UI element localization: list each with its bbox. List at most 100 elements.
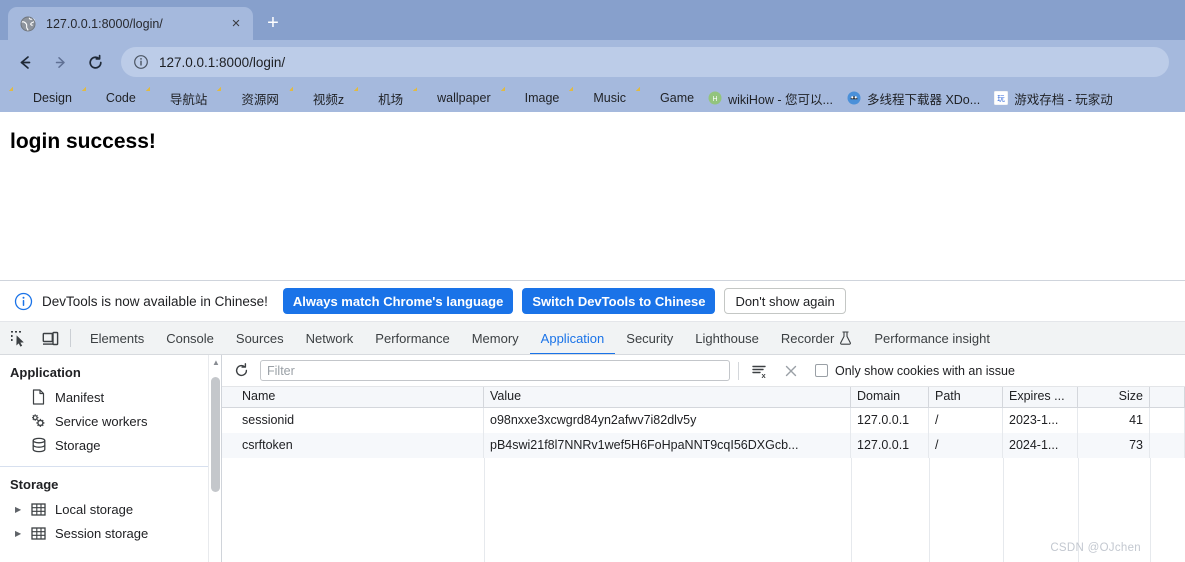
browser-tab[interactable]: 127.0.0.1:8000/login/ ×: [8, 7, 253, 40]
bookmark-item[interactable]: 机场: [351, 87, 410, 110]
sidebar-item-label: Manifest: [55, 389, 105, 405]
cell-name: csrftoken: [222, 433, 484, 458]
device-toolbar-icon[interactable]: [36, 324, 64, 352]
scrollbar-thumb[interactable]: [211, 377, 220, 492]
bookmark-item[interactable]: Game: [633, 89, 701, 107]
bookmark-item[interactable]: H wikiHow - 您可以...: [701, 87, 840, 110]
sidebar-item-manifest[interactable]: Manifest: [0, 385, 221, 409]
folder-icon: [150, 91, 164, 105]
svg-text:x: x: [762, 371, 767, 379]
forward-button[interactable]: [45, 47, 75, 77]
cell-domain: 127.0.0.1: [851, 408, 929, 433]
reload-button[interactable]: [80, 47, 110, 77]
tab-elements[interactable]: Elements: [79, 322, 155, 354]
bookmark-label: 视频z: [312, 92, 345, 107]
application-sidebar: Application Manifest Service workers Sto…: [0, 355, 222, 562]
browser-toolbar: 127.0.0.1:8000/login/: [0, 40, 1185, 84]
new-tab-button[interactable]: +: [259, 9, 287, 37]
switch-devtools-language-button[interactable]: Switch DevTools to Chinese: [522, 288, 716, 314]
tab-network[interactable]: Network: [295, 322, 365, 354]
tab-application[interactable]: Application: [530, 322, 616, 354]
column-header-name[interactable]: Name: [222, 387, 484, 407]
sidebar-item-label: Service workers: [55, 413, 148, 429]
info-circle-icon: [14, 292, 33, 311]
only-issues-checkbox[interactable]: [815, 364, 828, 377]
bookmark-label: 游戏存档 - 玩家动: [1014, 92, 1113, 107]
svg-text:H: H: [713, 96, 718, 103]
bookmarks-bar: Design Code 导航站 资源网 视频z 机场 wallpaper Ima…: [0, 84, 1185, 112]
only-issues-label: Only show cookies with an issue: [835, 363, 1015, 378]
close-x-icon[interactable]: [779, 360, 803, 382]
filter-input[interactable]: [260, 360, 730, 381]
bookmark-item[interactable]: Code: [79, 89, 143, 107]
tab-strip: 127.0.0.1:8000/login/ × +: [0, 0, 1185, 40]
bookmark-item[interactable]: 多线程下载器 XDo...: [840, 87, 987, 110]
svg-text:玩: 玩: [997, 94, 1005, 103]
cell-value: o98nxxe3xcwgrd84yn2afwv7i82dlv5y: [484, 408, 851, 433]
column-header-extra[interactable]: [1150, 387, 1185, 407]
scroll-up-icon[interactable]: ▲: [212, 358, 220, 367]
folder-icon: [505, 91, 519, 105]
devtools-tab-bar: Elements Console Sources Network Perform…: [0, 322, 1185, 355]
address-bar[interactable]: 127.0.0.1:8000/login/: [121, 47, 1169, 77]
always-match-language-button[interactable]: Always match Chrome's language: [282, 288, 514, 314]
tab-security[interactable]: Security: [615, 322, 684, 354]
sidebar-item-label: Session storage: [55, 525, 149, 541]
sidebar-item-session-storage[interactable]: ▶ Session storage: [0, 521, 221, 545]
bookmark-item[interactable]: 导航站: [143, 87, 215, 110]
tab-performance-insights[interactable]: Performance insight: [863, 322, 1001, 354]
bookmark-item[interactable]: Music: [566, 89, 633, 107]
cell-domain: 127.0.0.1: [851, 433, 929, 458]
bookmark-item[interactable]: wallpaper: [410, 89, 498, 107]
inspect-element-icon[interactable]: [4, 324, 32, 352]
folder-icon: [358, 91, 372, 105]
bookmark-item[interactable]: Design: [6, 89, 79, 107]
close-icon[interactable]: ×: [227, 15, 245, 33]
sidebar-item-local-storage[interactable]: ▶ Local storage: [0, 497, 221, 521]
only-issues-checkbox-wrapper[interactable]: Only show cookies with an issue: [815, 364, 1015, 378]
bookmark-item[interactable]: 玩 游戏存档 - 玩家动: [987, 87, 1120, 110]
bookmark-item[interactable]: Image: [498, 89, 567, 107]
column-header-path[interactable]: Path: [929, 387, 1003, 407]
column-header-domain[interactable]: Domain: [851, 387, 929, 407]
bookmark-label: 导航站: [169, 92, 208, 107]
back-button[interactable]: [10, 47, 40, 77]
sidebar-item-service-workers[interactable]: Service workers: [0, 409, 221, 433]
tab-recorder[interactable]: Recorder: [770, 322, 863, 354]
tab-console[interactable]: Console: [155, 322, 225, 354]
page-title: login success!: [10, 130, 156, 153]
cell-extra: [1150, 433, 1185, 458]
cell-expires: 2023-1...: [1003, 408, 1078, 433]
sidebar-item-storage[interactable]: Storage: [0, 433, 221, 457]
refresh-icon[interactable]: [230, 360, 252, 382]
game-archive-icon: 玩: [993, 90, 1009, 106]
bookmark-label: Image: [524, 91, 560, 105]
sidebar-scrollbar[interactable]: ▲: [208, 355, 221, 562]
devtools-panel: DevTools is now available in Chinese! Al…: [0, 280, 1185, 562]
folder-icon: [293, 91, 307, 105]
sidebar-item-label: Local storage: [55, 501, 134, 517]
bookmark-label: 多线程下载器 XDo...: [866, 92, 981, 107]
tab-sources[interactable]: Sources: [225, 322, 295, 354]
column-header-size[interactable]: Size: [1078, 387, 1150, 407]
column-header-value[interactable]: Value: [484, 387, 851, 407]
clear-filtered-icon[interactable]: x: [747, 360, 771, 382]
bookmark-item[interactable]: 资源网: [214, 87, 286, 110]
devtools-body: Application Manifest Service workers Sto…: [0, 355, 1185, 562]
flask-icon: [839, 331, 852, 345]
database-icon: [30, 437, 47, 454]
column-header-expires[interactable]: Expires ...: [1003, 387, 1078, 407]
dont-show-again-button[interactable]: Don't show again: [724, 288, 846, 314]
bookmark-item[interactable]: 视频z: [286, 87, 351, 110]
tab-lighthouse[interactable]: Lighthouse: [684, 322, 770, 354]
tab-performance[interactable]: Performance: [364, 322, 460, 354]
tab-memory[interactable]: Memory: [461, 322, 530, 354]
table-row[interactable]: sessionid o98nxxe3xcwgrd84yn2afwv7i82dlv…: [222, 408, 1185, 433]
chevron-right-icon[interactable]: ▶: [15, 505, 26, 514]
tab-recorder-label: Recorder: [780, 330, 835, 346]
cell-value: pB4swi21f8l7NNRv1wef5H6FoHpaNNT9cqI56DXG…: [484, 433, 851, 458]
folder-icon: [417, 91, 431, 105]
chevron-right-icon[interactable]: ▶: [15, 529, 26, 538]
table-row[interactable]: csrftoken pB4swi21f8l7NNRv1wef5H6FoHpaNN…: [222, 433, 1185, 458]
info-circle-icon[interactable]: [133, 54, 149, 70]
